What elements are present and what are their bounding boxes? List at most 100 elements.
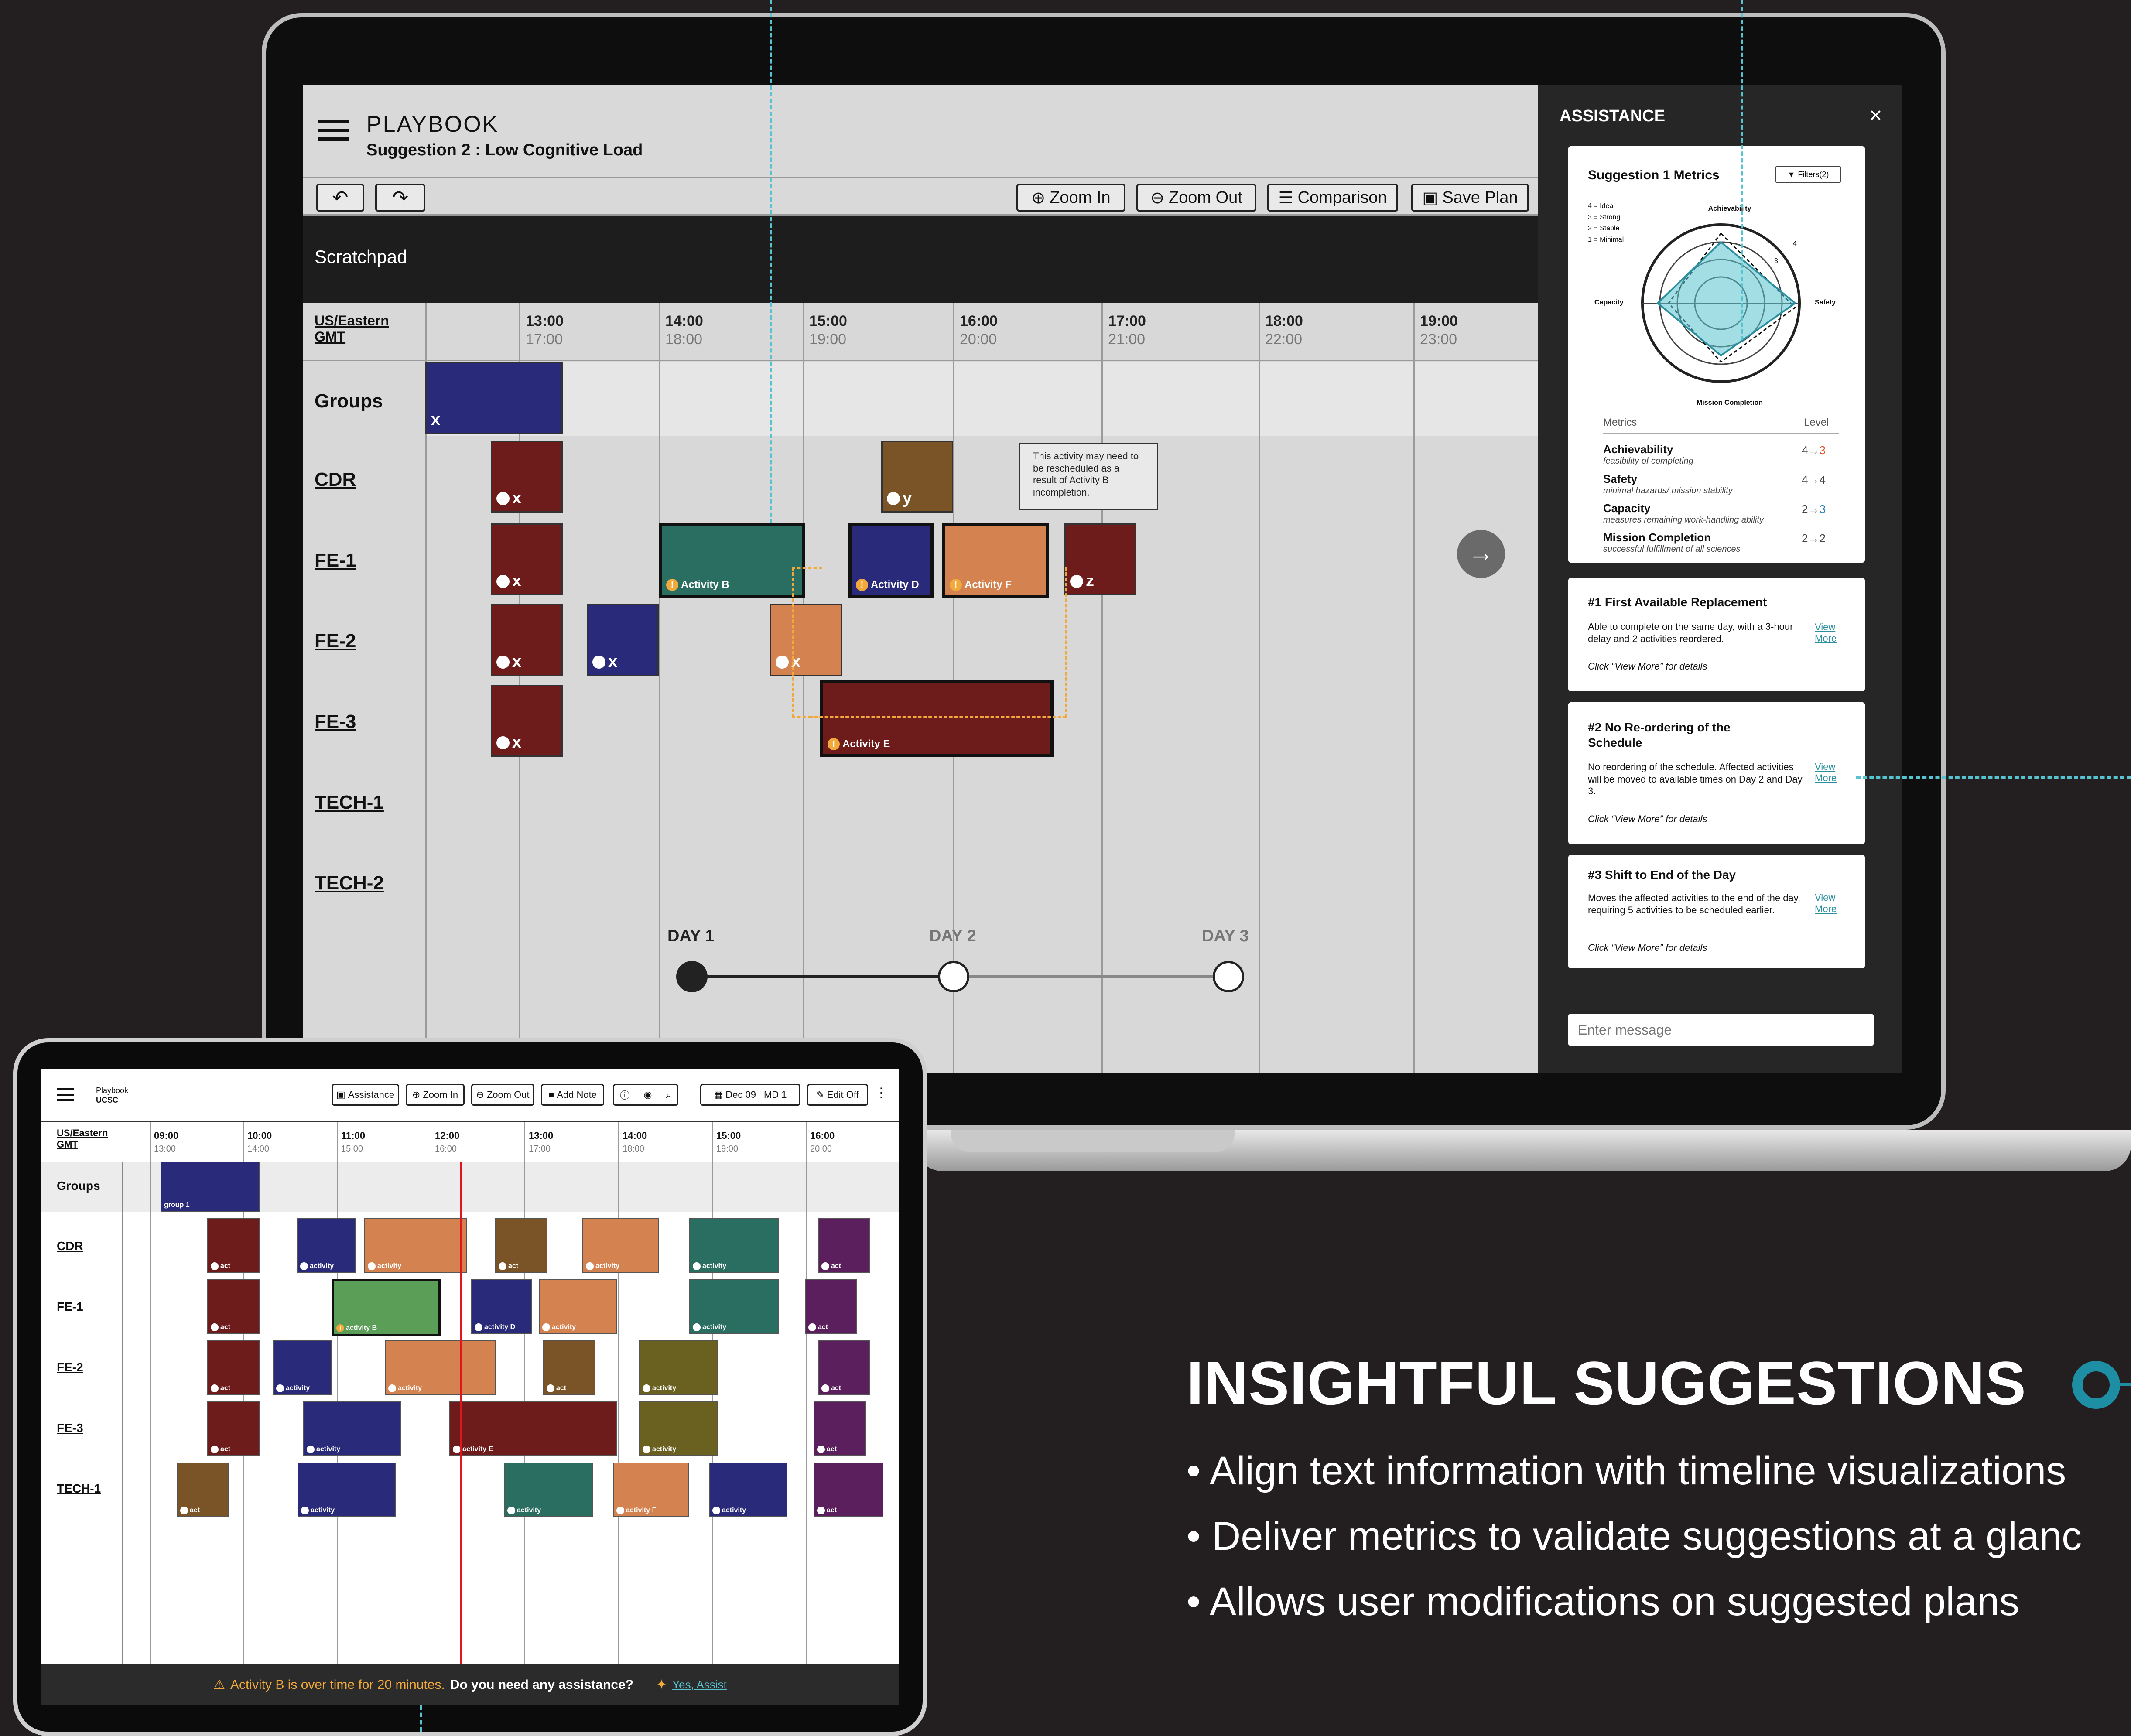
status-dot [817, 1507, 825, 1514]
block-label: activity [552, 1323, 576, 1331]
activity-block[interactable]: activity [709, 1463, 787, 1517]
block-label: x [608, 653, 618, 671]
activity-e-block[interactable]: activity E [449, 1401, 617, 1456]
activity-block[interactable]: activity [385, 1340, 496, 1395]
zoom-in-icon: ⊕ [412, 1089, 421, 1100]
activity-block[interactable]: activity [689, 1218, 779, 1273]
activity-block[interactable]: act [177, 1463, 229, 1517]
activity-block[interactable]: x [425, 362, 563, 434]
activity-block[interactable]: activity [582, 1218, 659, 1273]
activity-block[interactable]: act [818, 1340, 870, 1395]
info-icon[interactable]: ⓘ [620, 1088, 629, 1102]
row-label-cdr: CDR [57, 1239, 83, 1253]
assistance-button[interactable]: ▣ Assistance [332, 1084, 399, 1106]
activity-block[interactable]: activity [639, 1340, 718, 1395]
activity-block[interactable]: act [543, 1340, 595, 1395]
activity-block[interactable]: x [491, 604, 563, 676]
guide-line [770, 0, 772, 523]
activity-block[interactable]: activity [689, 1279, 779, 1334]
ring-label: 3 [1774, 257, 1778, 265]
activity-block[interactable]: activity [364, 1218, 467, 1273]
activity-block[interactable]: activity [303, 1401, 401, 1456]
activity-b-block[interactable]: ! activity B [332, 1279, 441, 1336]
view-more-link[interactable]: View More [1815, 622, 1841, 644]
activity-block[interactable]: x [491, 685, 563, 757]
activity-block[interactable]: x [491, 441, 563, 513]
view-more-link[interactable]: View More [1815, 761, 1841, 784]
day-slider-handle[interactable] [676, 961, 708, 992]
filters-button[interactable]: ▼ Filters(2) [1775, 166, 1841, 183]
status-dot [388, 1384, 396, 1392]
row-label-fe1: FE-1 [57, 1300, 83, 1313]
activity-block[interactable]: z [1064, 523, 1136, 595]
date-label: Dec 09 [725, 1089, 756, 1100]
zoom-out-button[interactable]: ⊖ Zoom Out [471, 1084, 534, 1106]
activity-block[interactable]: act [207, 1401, 260, 1456]
suggestion-card-3[interactable]: #3 Shift to End of the Day Moves the aff… [1568, 855, 1865, 968]
add-note-button[interactable]: ■ Add Note [541, 1084, 604, 1106]
activity-block[interactable]: act [207, 1279, 260, 1334]
chart-icon[interactable]: ◉ [643, 1089, 652, 1100]
comparison-button[interactable]: ☰ Comparison [1267, 184, 1398, 212]
activity-block[interactable]: activity F [613, 1463, 689, 1517]
activity-block[interactable]: group 1 [161, 1162, 260, 1212]
activity-block[interactable]: activity [298, 1463, 396, 1517]
status-dot [211, 1384, 219, 1392]
legend: 4 = Ideal 3 = Strong 2 = Stable 1 = Mini… [1588, 201, 1624, 245]
send-icon[interactable]: ↑ [1852, 1018, 1861, 1038]
suggestion-card-1[interactable]: #1 First Available Replacement Able to c… [1568, 578, 1865, 691]
menu-icon[interactable] [57, 1088, 74, 1101]
date-selector[interactable]: ▦ Dec 09 MD 1 [700, 1084, 800, 1106]
grid-line [806, 1122, 807, 1672]
activity-block[interactable]: act [814, 1401, 866, 1456]
activity-block[interactable]: act [805, 1279, 857, 1334]
menu-icon[interactable] [318, 120, 349, 141]
close-icon[interactable]: × [1869, 103, 1882, 128]
row-label-groups: Groups [57, 1179, 100, 1193]
activity-block[interactable]: act [495, 1218, 547, 1273]
zoom-in-button[interactable]: ⊕ Zoom In [1016, 184, 1125, 212]
scratchpad[interactable]: Scratchpad [303, 216, 1538, 303]
edit-toggle-button[interactable]: ✎ Edit Off [807, 1084, 868, 1106]
activity-block[interactable]: x [587, 604, 659, 676]
day-slider-stop[interactable] [1213, 961, 1244, 992]
suggestion-title: #3 Shift to End of the Day [1588, 868, 1736, 882]
activity-block[interactable]: activity [504, 1463, 593, 1517]
activity-block[interactable]: activity [273, 1340, 332, 1395]
activity-block[interactable]: y [881, 441, 953, 513]
more-icon[interactable]: ⋮ [875, 1085, 888, 1100]
block-label: x [512, 733, 522, 752]
zoom-in-button[interactable]: ⊕ Zoom In [406, 1084, 465, 1106]
activity-block[interactable]: act [818, 1218, 870, 1273]
activity-block[interactable]: activity [639, 1401, 718, 1456]
activity-b-block[interactable]: ! Activity B [659, 523, 805, 598]
day-slider-track-rest[interactable] [953, 975, 1224, 978]
view-more-link[interactable]: View More [1815, 892, 1841, 915]
activity-block[interactable]: act [207, 1340, 260, 1395]
microphone-icon[interactable]: 🎙 [1821, 1020, 1841, 1039]
activity-block[interactable]: act [814, 1463, 883, 1517]
day-slider-stop[interactable] [938, 961, 969, 992]
activity-block[interactable]: act [207, 1218, 260, 1273]
zoom-out-button[interactable]: ⊖ Zoom Out [1136, 184, 1256, 212]
next-arrow-icon[interactable]: → [1457, 530, 1505, 578]
activity-block[interactable]: x [491, 523, 563, 595]
calendar-icon: ▦ [714, 1089, 723, 1100]
row-label-fe2: FE-2 [57, 1360, 83, 1374]
activity-block[interactable]: activity [297, 1218, 356, 1273]
comparison-icon: ☰ [1278, 188, 1293, 207]
assist-link[interactable]: Yes, Assist [672, 1678, 727, 1692]
undo-button[interactable]: ↶ [316, 184, 364, 212]
activity-block[interactable]: activity [539, 1279, 617, 1334]
activity-block[interactable]: activity D [471, 1279, 532, 1334]
org-label: UCSC [96, 1096, 119, 1104]
day-slider-track[interactable] [691, 975, 953, 978]
redo-button[interactable]: ↷ [375, 184, 425, 212]
time-label: 14:00 [623, 1130, 647, 1141]
suggestion-card-2[interactable]: #2 No Re-ordering of the Schedule No reo… [1568, 702, 1865, 844]
time-label: 12:00 [435, 1130, 460, 1141]
save-plan-button[interactable]: ▣ Save Plan [1411, 184, 1529, 212]
message-input[interactable] [1568, 1014, 1813, 1046]
search-icon[interactable]: ⌕ [666, 1089, 671, 1100]
status-dot [586, 1262, 594, 1270]
